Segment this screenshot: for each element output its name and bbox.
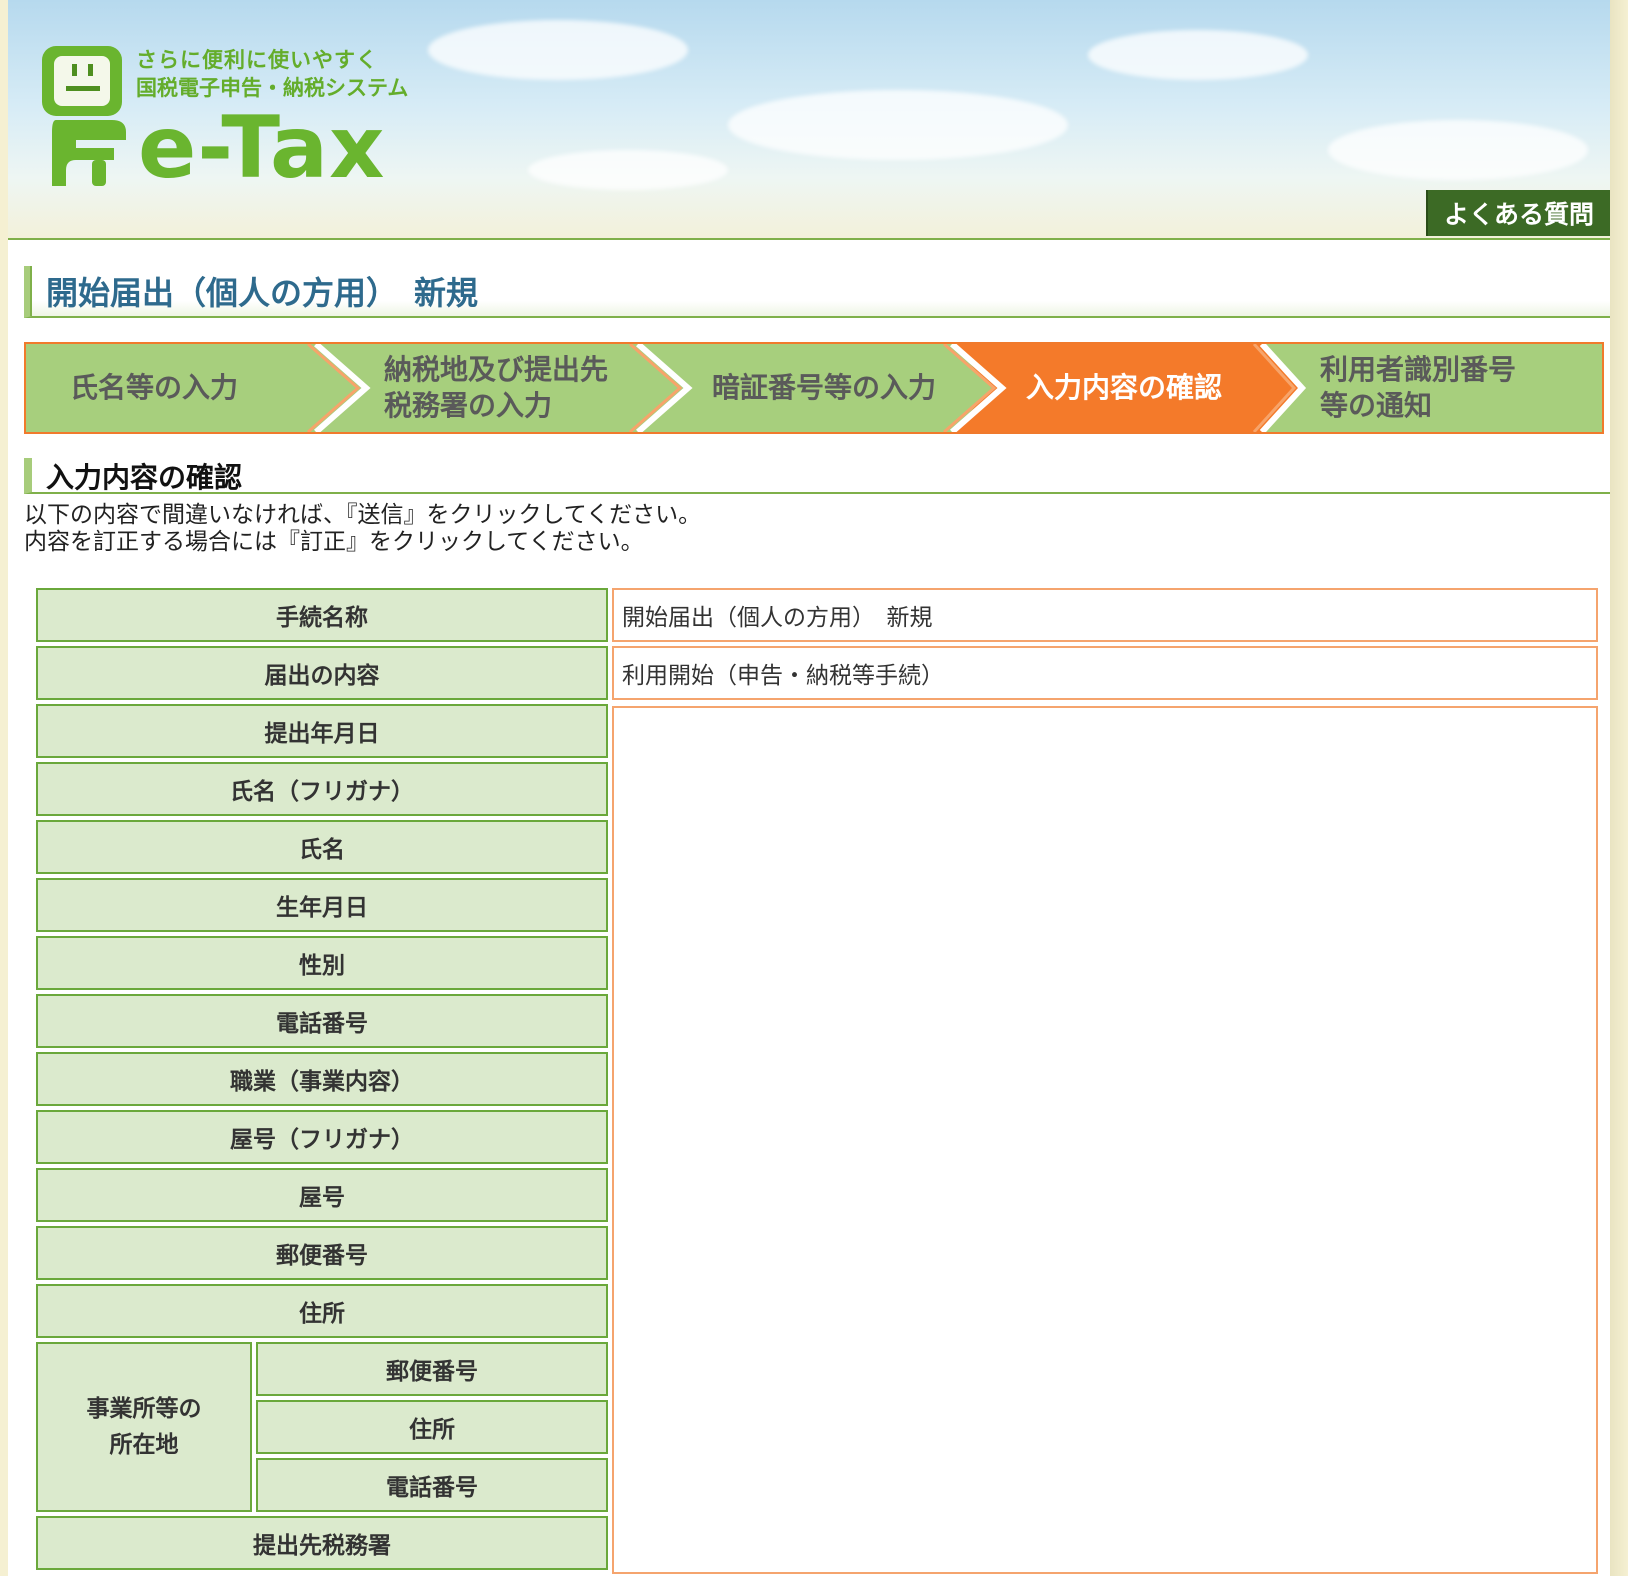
- label-phone: 電話番号: [36, 994, 608, 1048]
- step-label-line2: 等の通知: [1320, 389, 1433, 422]
- office-group-label-line2: 所在地: [109, 1432, 179, 1458]
- step-label: 入力内容の確認: [1026, 371, 1223, 404]
- label-notification-content: 届出の内容: [36, 646, 608, 700]
- label-birthdate: 生年月日: [36, 878, 608, 932]
- label-name: 氏名: [36, 820, 608, 874]
- step-label: 氏名等の入力: [70, 371, 239, 404]
- step-confirm-active: 入力内容の確認: [1026, 344, 1256, 432]
- label-trade-name: 屋号: [36, 1168, 608, 1222]
- value-procedure-name: 開始届出（個人の方用） 新規: [612, 588, 1598, 642]
- step-label-line1: 利用者識別番号: [1320, 353, 1517, 386]
- etax-mascot-icon: [42, 46, 126, 186]
- page-title-bar: 開始届出（個人の方用） 新規: [24, 266, 1610, 318]
- step-tax-address-input: 納税地及び提出先 税務署の入力: [384, 344, 634, 432]
- page-title: 開始届出（個人の方用） 新規: [46, 274, 479, 312]
- label-tax-office: 提出先税務署: [36, 1516, 608, 1570]
- step-name-input: 氏名等の入力: [70, 344, 310, 432]
- step-pin-input: 暗証番号等の入力: [712, 344, 952, 432]
- cloud-decoration: [1328, 120, 1588, 180]
- office-group-label-line1: 事業所等の: [86, 1396, 202, 1422]
- page-edge: [1610, 0, 1628, 1576]
- logo-tagline-1: さらに便利に使いやすく: [136, 48, 378, 72]
- site-header: さらに便利に使いやすく 国税電子申告・納税システム e-Tax よくある質問: [8, 0, 1610, 240]
- section-heading: 入力内容の確認: [24, 458, 1610, 494]
- etax-logo-text: e-Tax: [138, 98, 386, 198]
- value-notification-content: 利用開始（申告・納税等手続）: [612, 646, 1598, 700]
- label-office-address: 住所: [256, 1400, 608, 1454]
- step-label: 暗証番号等の入力: [712, 371, 937, 404]
- label-procedure-name: 手続名称: [36, 588, 608, 642]
- cloud-decoration: [1088, 30, 1308, 80]
- label-submission-date: 提出年月日: [36, 704, 608, 758]
- label-office-postal-code: 郵便番号: [256, 1342, 608, 1396]
- label-gender: 性別: [36, 936, 608, 990]
- label-office-phone: 電話番号: [256, 1458, 608, 1512]
- cloud-decoration: [728, 90, 1068, 160]
- step-label-line2: 税務署の入力: [384, 389, 553, 422]
- section-heading-text: 入力内容の確認: [46, 461, 243, 494]
- label-address: 住所: [36, 1284, 608, 1338]
- faq-button[interactable]: よくある質問: [1426, 190, 1610, 236]
- instructions: 以下の内容で間違いなければ、『送信』をクリックしてください。 内容を訂正する場合…: [24, 502, 701, 556]
- label-postal-code: 郵便番号: [36, 1226, 608, 1280]
- instruction-line-2: 内容を訂正する場合には『訂正』をクリックしてください。: [24, 529, 644, 555]
- instruction-line-1: 以下の内容で間違いなければ、『送信』をクリックしてください。: [24, 502, 702, 528]
- label-name-kana: 氏名（フリガナ）: [36, 762, 608, 816]
- page: さらに便利に使いやすく 国税電子申告・納税システム e-Tax よくある質問 開…: [8, 0, 1610, 1576]
- cloud-decoration: [528, 150, 728, 190]
- cloud-decoration: [428, 20, 688, 80]
- label-occupation: 職業（事業内容）: [36, 1052, 608, 1106]
- step-label-line1: 納税地及び提出先: [384, 353, 609, 386]
- progress-steps: 氏名等の入力 納税地及び提出先 税務署の入力 暗証番号等の入力 入力内容の確認 …: [24, 342, 1604, 434]
- value-details-area: [612, 706, 1598, 1574]
- label-trade-name-kana: 屋号（フリガナ）: [36, 1110, 608, 1164]
- step-user-id-notice: 利用者識別番号 等の通知: [1320, 344, 1590, 432]
- label-office-location-group: 事業所等の 所在地: [36, 1342, 252, 1512]
